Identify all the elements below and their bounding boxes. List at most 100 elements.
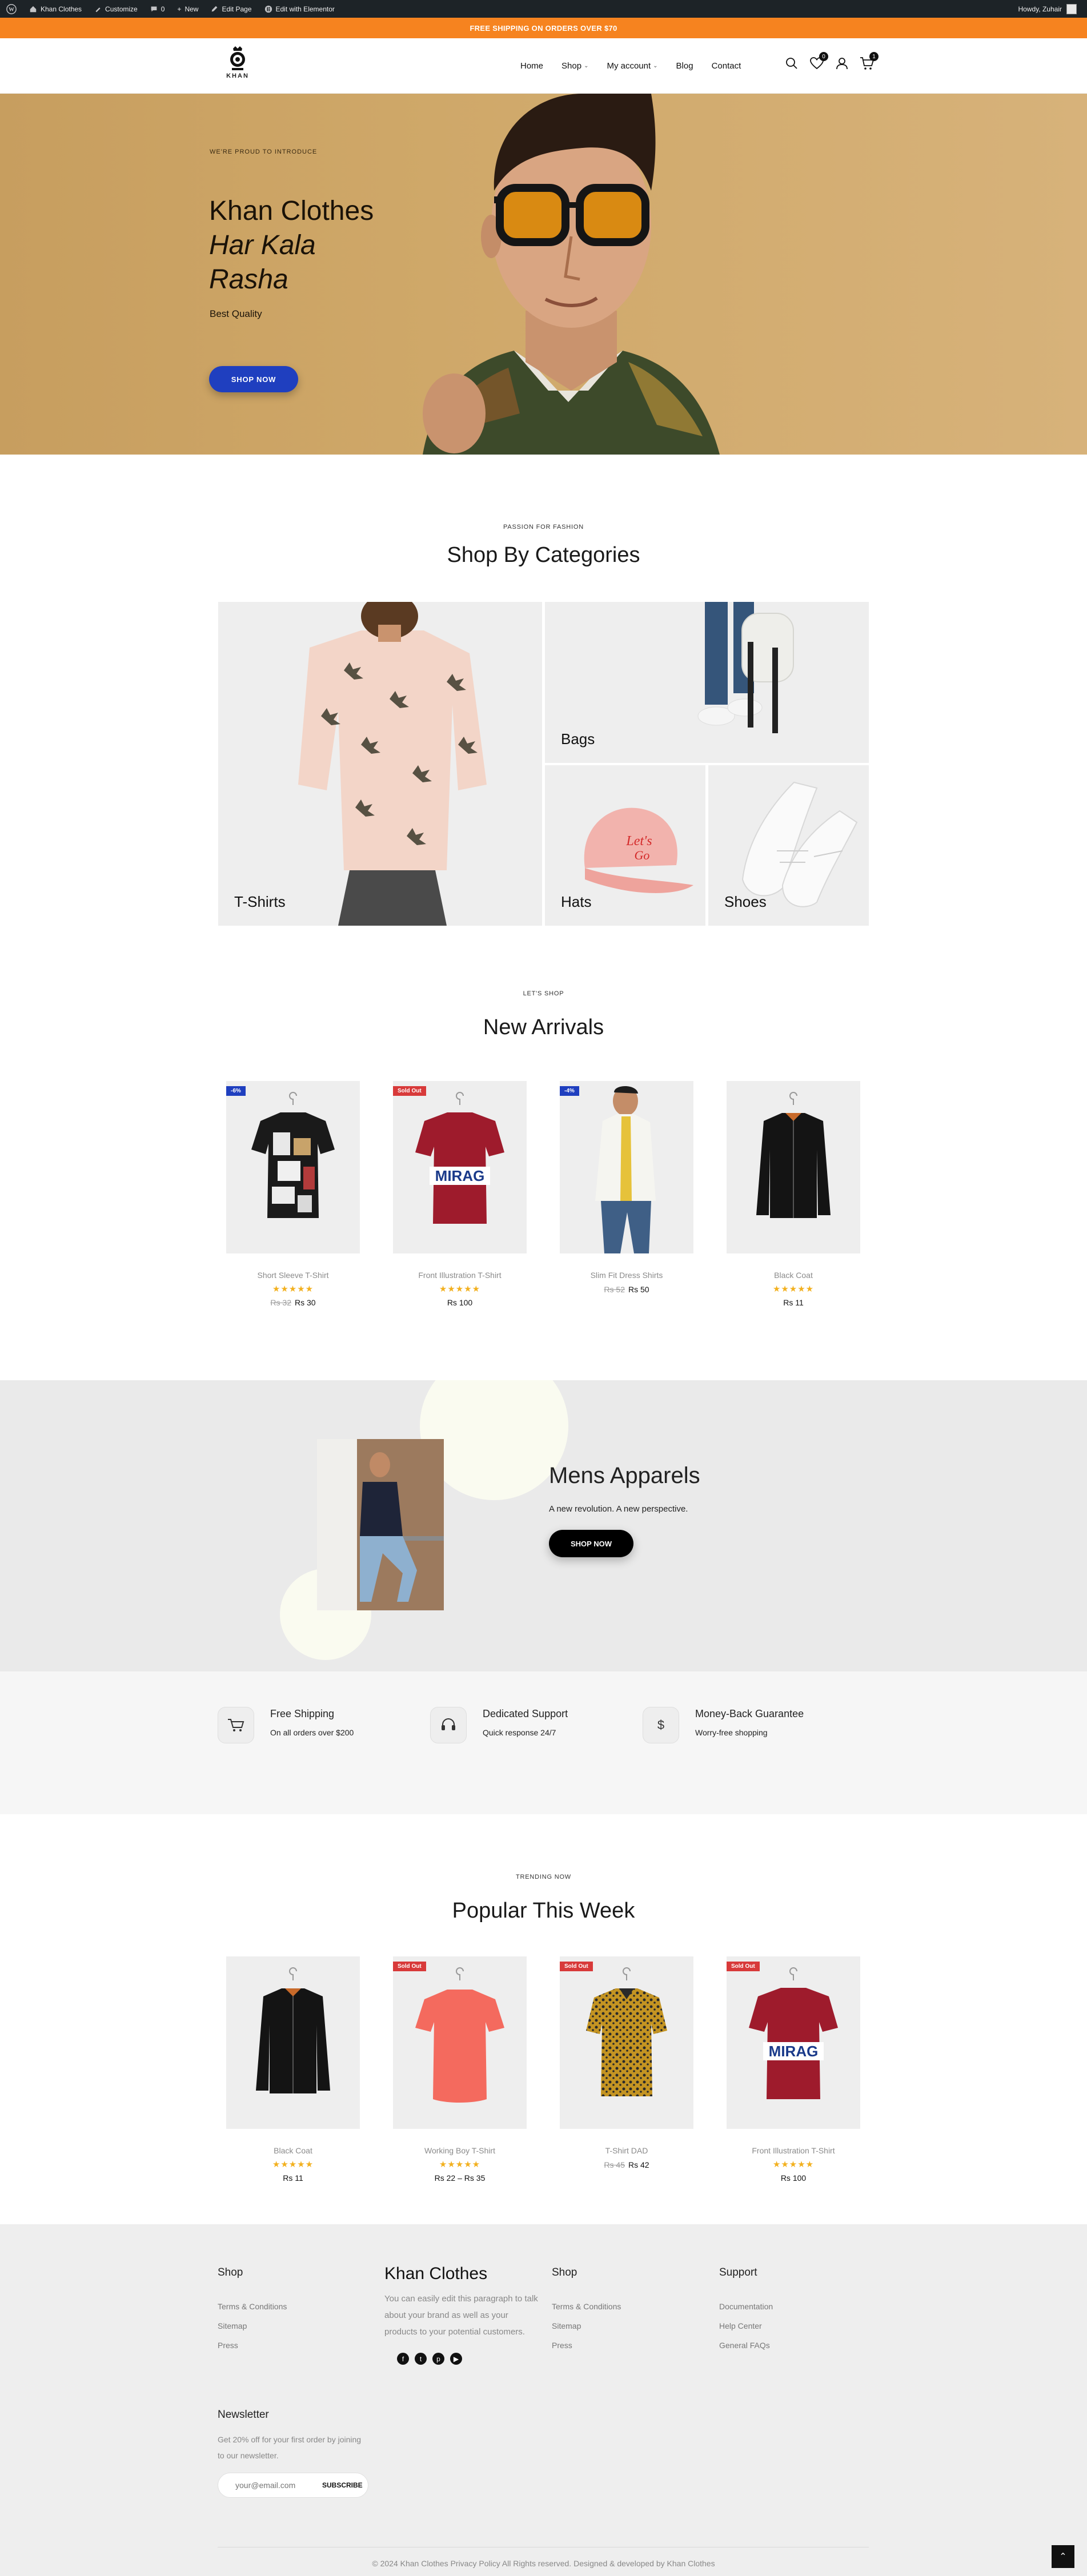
product-current-price: Rs 30 — [295, 1298, 316, 1307]
promo-shop-now-button[interactable]: SHOP NOW — [549, 1530, 633, 1557]
hero-shop-now-button[interactable]: SHOP NOW — [209, 366, 298, 392]
footer-link[interactable]: Press — [218, 2341, 287, 2350]
footer-brand-text: You can easily edit this paragraph to ta… — [384, 2294, 538, 2337]
nav-item-contact[interactable]: Contact — [703, 61, 751, 71]
product-card[interactable]: Sold Out Working Boy T-Shirt ★★★★★ Rs 22… — [393, 1956, 527, 2183]
product-image[interactable] — [226, 1956, 360, 2129]
product-image[interactable]: Sold Out — [560, 1956, 693, 2129]
category-shoes[interactable]: Shoes — [708, 765, 869, 926]
headset-icon — [430, 1707, 467, 1743]
nav-item-shop[interactable]: Shop ⌄ — [552, 61, 597, 71]
product-image[interactable]: Sold Out — [393, 1956, 527, 2129]
product-price: Rs 11 — [727, 1298, 860, 1307]
chevron-up-icon: ⌃ — [1059, 2552, 1067, 2562]
hero-title-line2: Har Kala — [209, 230, 316, 260]
promo-title: Mens Apparels — [549, 1463, 700, 1488]
admin-edit-page[interactable]: Edit Page — [204, 0, 258, 18]
product-card[interactable]: Sold Out T-Shirt DAD Rs 45 Rs 42 — [560, 1956, 693, 2169]
footer-link[interactable]: Sitemap — [218, 2321, 287, 2330]
admin-customize[interactable]: Customize — [88, 0, 144, 18]
footer-brand: Khan Clothes You can easily edit this pa… — [384, 2264, 540, 2365]
admin-site-name[interactable]: Khan Clothes — [23, 0, 88, 18]
feature-title: Dedicated Support — [483, 1708, 568, 1719]
categories-kicker: PASSION FOR FASHION — [503, 524, 584, 531]
account-button[interactable] — [834, 55, 850, 71]
pinterest-icon[interactable]: p — [432, 2353, 444, 2365]
product-name[interactable]: Front Illustration T-Shirt — [727, 2146, 860, 2155]
wishlist-button[interactable]: 0 — [809, 52, 828, 71]
feature-desc: On all orders over $200 — [270, 1728, 354, 1737]
svg-text:W: W — [9, 6, 14, 13]
product-card[interactable]: -6% Short Sleeve T-Shirt ★★★★★ Rs 32 Rs 3… — [226, 1081, 360, 1307]
facebook-icon[interactable]: f — [397, 2353, 409, 2365]
product-current-price: Rs 50 — [628, 1285, 649, 1294]
hero-title-line1: Khan Clothes — [209, 196, 374, 226]
nav-item-label: Blog — [676, 61, 693, 71]
footer-link[interactable]: Help Center — [719, 2321, 773, 2330]
product-image[interactable]: -6% — [226, 1081, 360, 1253]
nav-item-my-account[interactable]: My account ⌄ — [597, 61, 667, 71]
svg-text:MIRAG: MIRAG — [769, 2043, 819, 2060]
twitter-icon[interactable]: t — [415, 2353, 427, 2365]
newsletter-email-input[interactable] — [235, 2481, 315, 2490]
category-label: Hats — [561, 893, 592, 910]
wordpress-logo-icon[interactable]: W — [0, 0, 23, 18]
admin-edit-elementor[interactable]: Edit with Elementor — [258, 0, 341, 18]
site-logo[interactable]: KHAN — [218, 45, 257, 86]
product-image[interactable]: MIRAG Sold Out — [393, 1081, 527, 1253]
product-card[interactable]: Black Coat ★★★★★ Rs 11 — [226, 1956, 360, 2183]
youtube-icon[interactable]: ▶ — [450, 2353, 462, 2365]
star-rating: ★★★★★ — [772, 1284, 815, 1294]
footer-link[interactable]: Sitemap — [552, 2321, 621, 2330]
product-card[interactable]: MIRAG Sold Out Front Illustration T-Shir… — [393, 1081, 527, 1307]
category-bags[interactable]: Bags — [545, 602, 869, 763]
admin-comments[interactable]: 0 — [144, 0, 171, 18]
tshirt-image — [415, 1967, 504, 2103]
cart-count-badge: 1 — [869, 52, 879, 61]
footer-link[interactable]: Press — [552, 2341, 621, 2350]
product-image[interactable]: MIRAG Sold Out — [727, 1956, 860, 2129]
product-name[interactable]: Black Coat — [727, 1271, 860, 1280]
product-card[interactable]: -4% Slim Fit Dress Shirts Rs 52 Rs 50 — [560, 1081, 693, 1294]
star-rating: ★★★★★ — [272, 1284, 314, 1294]
product-name[interactable]: Short Sleeve T-Shirt — [226, 1271, 360, 1280]
product-name[interactable]: Slim Fit Dress Shirts — [560, 1271, 693, 1280]
new-arrivals-kicker: LET'S SHOP — [523, 990, 564, 997]
product-current-price: Rs 11 — [783, 1298, 804, 1307]
product-name[interactable]: Working Boy T-Shirt — [393, 2146, 527, 2155]
nav-item-blog[interactable]: Blog — [667, 61, 703, 71]
product-current-price: Rs 22 – Rs 35 — [434, 2173, 486, 2183]
footer-link[interactable]: Documentation — [719, 2302, 773, 2311]
product-name[interactable]: Front Illustration T-Shirt — [393, 1271, 527, 1280]
footer-col-title: Shop — [218, 2266, 243, 2278]
category-label: Shoes — [724, 893, 767, 910]
admin-account[interactable]: Howdy, Zuhair — [1018, 3, 1087, 14]
footer-link[interactable]: General FAQs — [719, 2341, 773, 2350]
footer-link[interactable]: Terms & Conditions — [218, 2302, 287, 2311]
nav-item-home[interactable]: Home — [511, 61, 552, 71]
chevron-down-icon: ⌄ — [584, 63, 589, 69]
cart-button[interactable]: 1 — [859, 52, 879, 71]
search-button[interactable] — [784, 55, 800, 71]
category-tshirts[interactable]: T-Shirts — [218, 602, 542, 926]
hero-kicker: WE'RE PROUD TO INTRODUCE — [210, 148, 318, 155]
product-card[interactable]: MIRAG Sold Out Front Illustration T-Shir… — [727, 1956, 860, 2183]
product-card[interactable]: Black Coat ★★★★★ Rs 11 — [727, 1081, 860, 1307]
footer-link[interactable]: Terms & Conditions — [552, 2302, 621, 2311]
category-hats[interactable]: Let's Go Hats — [545, 765, 705, 926]
coat-image — [756, 1092, 831, 1218]
sold-out-badge: Sold Out — [727, 1962, 760, 1971]
scroll-to-top-button[interactable]: ⌃ — [1052, 2545, 1074, 2568]
popular-title: Popular This Week — [452, 1899, 635, 1923]
categories-title: Shop By Categories — [447, 543, 640, 567]
product-name[interactable]: T-Shirt DAD — [560, 2146, 693, 2155]
product-name[interactable]: Black Coat — [226, 2146, 360, 2155]
footer-col-support: Support Documentation Help Center Genera… — [719, 2266, 773, 2350]
subscribe-button[interactable]: SUBSCRIBE — [315, 2481, 370, 2489]
header-icons: 0 1 — [784, 52, 879, 71]
product-image[interactable]: -4% — [560, 1081, 693, 1253]
product-image[interactable] — [727, 1081, 860, 1253]
features-strip: Free Shipping On all orders over $200 Ded… — [0, 1671, 1087, 1814]
product-price: Rs 32 Rs 30 — [226, 1298, 360, 1307]
admin-new[interactable]: + New — [171, 0, 204, 18]
